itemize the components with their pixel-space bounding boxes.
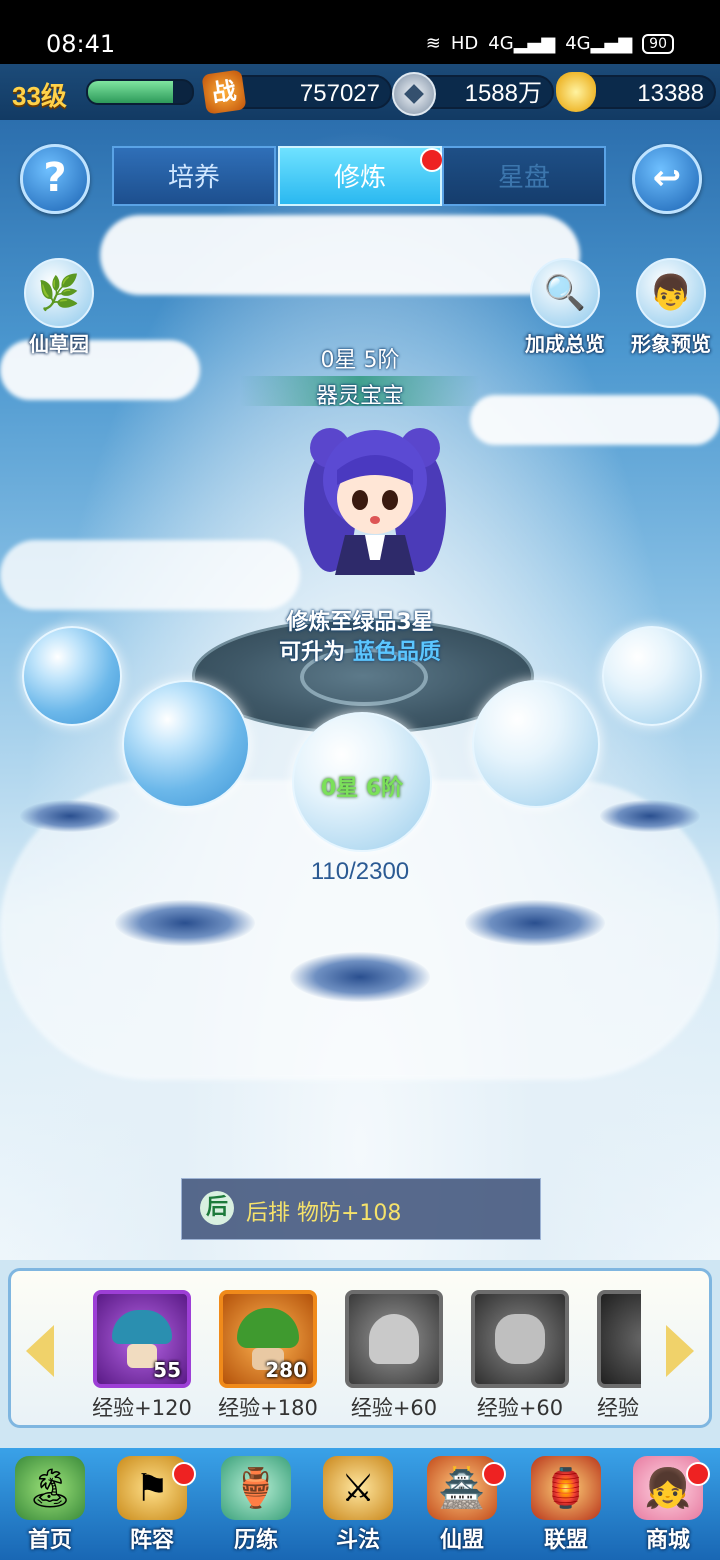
tab-cultivate[interactable]: 培养 (112, 146, 276, 206)
nav-lineup-alert-dot (172, 1462, 196, 1486)
nav-guild-alert-dot (482, 1462, 506, 1486)
xp-bar-fill (88, 81, 174, 103)
item-slot-herb[interactable]: 280 (219, 1290, 317, 1388)
cloud (100, 215, 580, 295)
tab-star-chart[interactable]: 星盘 (442, 146, 606, 206)
herb-icon (237, 1308, 299, 1348)
bonus-info-bar: 后 后排 物防+108 (181, 1178, 541, 1240)
progress-text: 110/2300 (310, 858, 410, 885)
next-stage-label: 0星 6阶 (320, 776, 404, 801)
gold-ingot-icon (556, 72, 596, 112)
help-button[interactable]: ? (20, 144, 90, 214)
herb-sprite-icon: 🌿 (24, 258, 94, 328)
lotus-icon (369, 1314, 419, 1364)
nav-home[interactable]: 🏝 首页 (0, 1452, 100, 1556)
item-label: 经验+60 (476, 1396, 564, 1420)
signal-icon: 4G▂▄▆ (488, 33, 556, 54)
mushroom-icon (112, 1310, 172, 1344)
back-row-badge: 后 (200, 1191, 234, 1225)
wifi-icon: ≋ (425, 33, 441, 54)
item-label: 经验 (597, 1396, 639, 1420)
tray-right-arrow-icon[interactable] (666, 1325, 694, 1377)
cultivate-hint: 修炼至绿品3星 (286, 610, 434, 635)
item-label: 经验+120 (92, 1396, 192, 1420)
back-button[interactable]: ↩ (632, 144, 702, 214)
combat-power-value: 757027 (222, 75, 392, 109)
node-shadow (115, 900, 255, 946)
item-count: 55 (153, 1358, 181, 1382)
signal-icon-2: 4G▂▄▆ (565, 33, 633, 54)
tray-left-arrow-icon[interactable] (26, 1325, 54, 1377)
back-arrow-icon: ↩ (652, 158, 682, 198)
nav-alliance[interactable]: 🏮 联盟 (516, 1452, 616, 1556)
silver-coin-icon (392, 72, 436, 116)
upgrade-quality: 蓝色品质 (352, 640, 441, 665)
island-icon: 🏝 (15, 1456, 85, 1520)
stage-node[interactable] (602, 626, 702, 726)
flower-pot-icon (495, 1314, 545, 1364)
item-count: 280 (265, 1358, 307, 1382)
stage-node[interactable] (472, 680, 600, 808)
status-bar: 08:41 ≋ HD 4G▂▄▆ 4G▂▄▆ 90 (0, 0, 720, 64)
magnifier-icon: 🔍 (530, 258, 600, 328)
player-level: 33级 (12, 81, 67, 111)
stage-node[interactable] (122, 680, 250, 808)
character-portrait-icon: 👦 (636, 258, 706, 328)
nav-training[interactable]: 🏺 历练 (206, 1452, 306, 1556)
node-shadow (20, 800, 120, 832)
node-shadow (465, 900, 605, 946)
sword-icon: ⚔ (323, 1456, 393, 1520)
tab-training[interactable]: 修炼 (278, 146, 442, 206)
tab-training-alert-dot (420, 148, 444, 172)
spirit-character (290, 410, 460, 580)
battery-icon: 90 (642, 33, 674, 54)
gourd-icon: 🏺 (221, 1456, 291, 1520)
stage-node[interactable] (22, 626, 122, 726)
status-icons: ≋ HD 4G▂▄▆ 4G▂▄▆ 90 (426, 33, 674, 54)
item-slot-flower-pot[interactable] (471, 1290, 569, 1388)
question-mark-icon: ? (43, 155, 67, 201)
network-type: HD (450, 33, 479, 54)
upgrade-prefix: 可升为 (279, 640, 346, 665)
combat-power-icon: 战 (201, 69, 247, 115)
item-label: 经验+180 (218, 1396, 318, 1420)
node-shadow (290, 952, 430, 1002)
item-slot-lotus[interactable] (345, 1290, 443, 1388)
lotus-dark-icon (597, 1290, 641, 1388)
nav-shop-alert-dot (686, 1462, 710, 1486)
item-label: 经验+60 (350, 1396, 438, 1420)
node-shadow (600, 800, 700, 832)
cloud (470, 395, 720, 445)
cloud (0, 540, 300, 610)
bonus-text: 后排 物防+108 (246, 1201, 402, 1226)
nav-battle[interactable]: ⚔ 斗法 (308, 1452, 408, 1556)
spirit-rank: 0星 5阶 (320, 348, 400, 373)
clock: 08:41 (46, 30, 116, 58)
xp-bar (86, 79, 194, 105)
spirit-name: 器灵宝宝 (315, 384, 404, 409)
alliance-banner-icon: 🏮 (531, 1456, 601, 1520)
item-slot-mushroom[interactable]: 55 (93, 1290, 191, 1388)
stage-node-current[interactable]: 0星 6阶 (292, 712, 432, 852)
item-slot-partial[interactable]: 经验 (597, 1290, 641, 1420)
